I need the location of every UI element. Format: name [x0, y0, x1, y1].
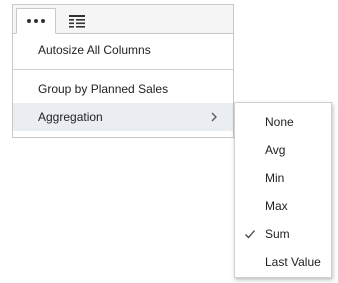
column-menu: Autosize All Columns Group by Planned Sa… [12, 4, 234, 138]
option-label: Last Value [265, 255, 321, 269]
grid-column-menu-screen: Autosize All Columns Group by Planned Sa… [0, 0, 338, 283]
aggregation-option-avg[interactable]: Avg [235, 136, 331, 164]
option-label: Sum [265, 227, 290, 241]
aggregation-submenu: None Avg Min Max Sum Last Value [234, 102, 332, 278]
option-label: Min [265, 171, 285, 185]
aggregation-option-sum[interactable]: Sum [235, 220, 331, 248]
menu-item-label: Group by Planned Sales [38, 82, 169, 96]
checkmark-icon [245, 230, 255, 239]
option-label: Max [265, 199, 288, 213]
aggregation-option-none[interactable]: None [235, 108, 331, 136]
more-dots-icon [27, 19, 45, 23]
menu-item-autosize-all-columns[interactable]: Autosize All Columns [13, 36, 233, 64]
option-label: Avg [265, 143, 286, 157]
aggregation-option-max[interactable]: Max [235, 192, 331, 220]
tab-general[interactable] [16, 8, 56, 34]
aggregation-option-last-value[interactable]: Last Value [235, 248, 331, 276]
option-label: None [265, 115, 294, 129]
column-menu-tabbar [13, 5, 233, 34]
aggregation-option-min[interactable]: Min [235, 164, 331, 192]
menu-item-aggregation[interactable]: Aggregation [13, 103, 233, 131]
chevron-right-icon [211, 112, 217, 122]
menu-item-label: Aggregation [38, 110, 103, 124]
columns-list-icon [69, 14, 85, 28]
tab-columns[interactable] [57, 8, 97, 34]
menu-item-group-by-planned-sales[interactable]: Group by Planned Sales [13, 75, 233, 103]
menu-separator [13, 69, 233, 70]
menu-item-label: Autosize All Columns [38, 43, 151, 57]
